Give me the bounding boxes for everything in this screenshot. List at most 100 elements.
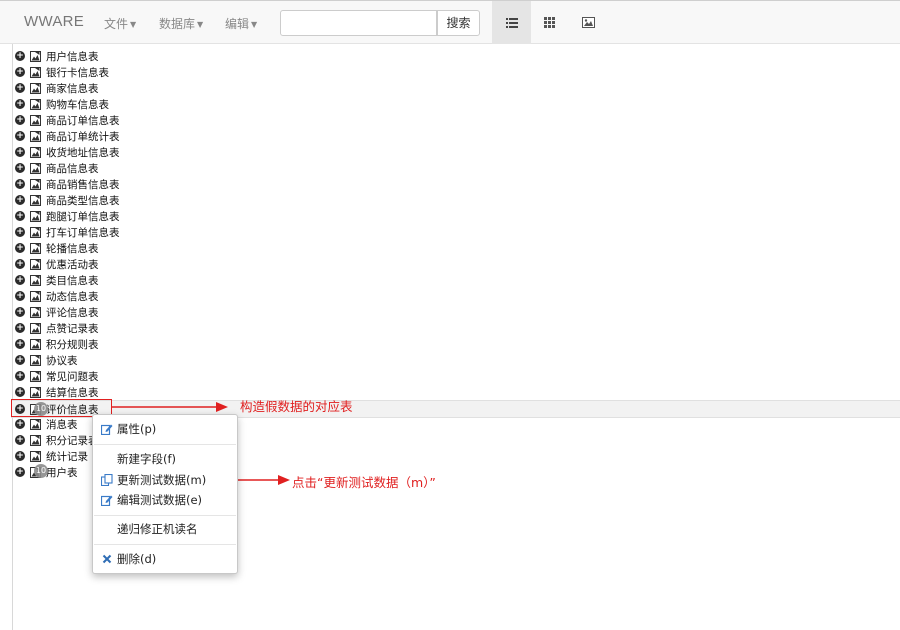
tree-row[interactable]: + 点赞记录表 [15, 320, 875, 336]
expand-plus-icon[interactable]: + [15, 387, 25, 397]
tree-row[interactable]: + 商品订单信息表 [15, 112, 875, 128]
expand-plus-icon[interactable]: + [15, 323, 25, 333]
expand-plus-icon[interactable]: + [15, 163, 25, 173]
table-icon [30, 194, 41, 206]
search-button[interactable]: 搜索 [437, 10, 480, 36]
app-brand[interactable]: WWARE [24, 13, 84, 30]
close-icon [101, 553, 113, 565]
cursor-badge: 10 [34, 464, 48, 478]
table-icon [30, 434, 41, 446]
tree-row[interactable]: + 打车订单信息表 [15, 224, 875, 240]
expand-plus-icon[interactable]: + [15, 115, 25, 125]
tree-row-label: 打车订单信息表 [46, 226, 120, 239]
expand-plus-icon[interactable]: + [15, 371, 25, 381]
menu-item-label: 删除(d) [117, 552, 157, 566]
menu-item-fix-names[interactable]: 递归修正机读名 [93, 519, 237, 539]
caret-down-icon: ▼ [251, 20, 258, 29]
tree-row[interactable]: + 积分规则表 [15, 336, 875, 352]
expand-plus-icon[interactable]: + [15, 435, 25, 445]
expand-plus-icon[interactable]: + [15, 355, 25, 365]
menu-file[interactable]: 文件 ▼ [104, 15, 136, 32]
tree-row-label: 商品销售信息表 [46, 178, 120, 191]
tree-row-label: 类目信息表 [46, 274, 99, 287]
tree-row[interactable]: + 银行卡信息表 [15, 64, 875, 80]
tree-row-label: 点赞记录表 [46, 322, 99, 335]
tree-row-label: 商家信息表 [46, 82, 99, 95]
expand-plus-icon[interactable]: + [15, 243, 25, 253]
list-icon [505, 17, 518, 28]
tree-row[interactable]: + 商品订单统计表 [15, 128, 875, 144]
tree-row-label: 商品类型信息表 [46, 194, 120, 207]
tree-row[interactable]: + 用户信息表 [15, 48, 875, 64]
context-menu: 属性(p) 新建字段(f) 更新测试数据(m) 编辑测试数据(e) 递归修正机读… [92, 414, 238, 574]
tree-row[interactable]: + 常见问题表 [15, 368, 875, 384]
tree-row[interactable]: + 评论信息表 [15, 304, 875, 320]
menu-divider [94, 444, 236, 445]
table-icon [30, 82, 41, 94]
expand-plus-icon[interactable]: + [15, 147, 25, 157]
expand-plus-icon[interactable]: + [15, 275, 25, 285]
tree-row[interactable]: + 类目信息表 [15, 272, 875, 288]
menu-database[interactable]: 数据库 ▼ [159, 15, 203, 32]
tree-row[interactable]: + 优惠活动表 [15, 256, 875, 272]
copy-icon [101, 474, 113, 486]
annotation-click-note: 点击“更新测试数据（m）” [292, 475, 436, 490]
tree-row[interactable]: + 购物车信息表 [15, 96, 875, 112]
expand-plus-icon[interactable]: + [15, 211, 25, 221]
table-icon [30, 146, 41, 158]
view-image-button[interactable] [569, 1, 608, 44]
tree-row-label: 跑腿订单信息表 [46, 210, 120, 223]
menu-item-label: 编辑测试数据(e) [117, 493, 203, 507]
expand-plus-icon[interactable]: + [15, 67, 25, 77]
table-icon [30, 290, 41, 302]
tree-row[interactable]: + 商家信息表 [15, 80, 875, 96]
table-icon [30, 114, 41, 126]
menu-edit-label: 编辑 [225, 17, 250, 31]
menu-item-edit-test-data[interactable]: 编辑测试数据(e) [93, 490, 237, 510]
expand-plus-icon[interactable]: + [15, 291, 25, 301]
expand-plus-icon[interactable]: + [15, 179, 25, 189]
tree-row-label: 常见问题表 [46, 370, 99, 383]
edit-icon [101, 494, 113, 506]
search-input[interactable] [280, 10, 437, 36]
tree-row-label: 轮播信息表 [46, 242, 99, 255]
menu-item-properties[interactable]: 属性(p) [93, 419, 237, 439]
table-icon [30, 66, 41, 78]
view-list-button[interactable] [492, 1, 531, 44]
menu-item-new-field[interactable]: 新建字段(f) [93, 449, 237, 469]
expand-plus-icon[interactable]: + [15, 131, 25, 141]
expand-plus-icon[interactable]: + [15, 339, 25, 349]
expand-plus-icon[interactable]: + [15, 227, 25, 237]
tree-row[interactable]: + 商品类型信息表 [15, 192, 875, 208]
expand-plus-icon[interactable]: + [15, 307, 25, 317]
expand-plus-icon[interactable]: + [15, 83, 25, 93]
menu-item-update-test-data[interactable]: 更新测试数据(m) [93, 470, 237, 490]
expand-plus-icon[interactable]: + [15, 99, 25, 109]
tree-row[interactable]: + 跑腿订单信息表 [15, 208, 875, 224]
expand-plus-icon[interactable]: + [15, 419, 25, 429]
tree-row[interactable]: + 商品信息表 [15, 160, 875, 176]
arrow-right-icon [112, 402, 228, 412]
table-icon [30, 450, 41, 462]
tree-row[interactable]: + 动态信息表 [15, 288, 875, 304]
expand-plus-icon[interactable]: + [15, 51, 25, 61]
expand-plus-icon[interactable]: + [15, 259, 25, 269]
tree-row[interactable]: + 收货地址信息表 [15, 144, 875, 160]
tree-row[interactable]: + 商品销售信息表 [15, 176, 875, 192]
table-icon [30, 306, 41, 318]
table-icon [30, 338, 41, 350]
menu-edit[interactable]: 编辑 ▼ [225, 15, 257, 32]
view-grid-button[interactable] [530, 1, 569, 44]
menu-divider [94, 544, 236, 545]
menu-divider [94, 515, 236, 516]
menu-item-label: 属性(p) [117, 422, 157, 436]
edit-icon [101, 423, 113, 435]
menu-item-delete[interactable]: 删除(d) [93, 549, 237, 569]
tree-row[interactable]: + 协议表 [15, 352, 875, 368]
tree-row-label: 商品订单统计表 [46, 130, 120, 143]
expand-plus-icon[interactable]: + [15, 195, 25, 205]
tree-row[interactable]: + 轮播信息表 [15, 240, 875, 256]
expand-plus-icon[interactable]: + [15, 467, 25, 477]
expand-plus-icon[interactable]: + [15, 451, 25, 461]
tree-row[interactable]: + 结算信息表 [15, 384, 875, 400]
